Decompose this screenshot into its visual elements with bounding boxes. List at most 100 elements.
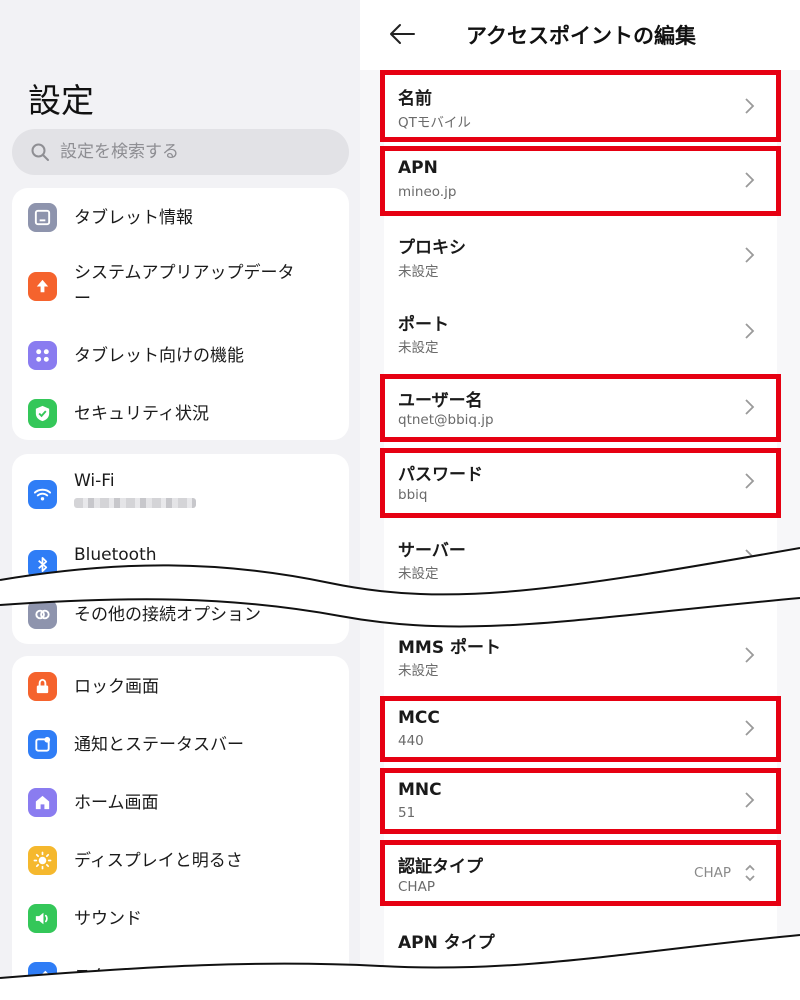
chevron-right-icon: [743, 940, 755, 958]
apn-row-value: qtnet@bbiq.jp: [398, 412, 494, 428]
apn-row-auth-type[interactable]: 認証タイプ CHAP CHAP: [384, 842, 777, 906]
settings-group-connections: Wi-Fi Bluetooth オフ その他の接続オプション: [12, 454, 349, 644]
wifi-network-name-blurred: [74, 498, 196, 508]
settings-item-bluetooth[interactable]: Bluetooth オフ: [12, 544, 349, 588]
arrow-up-icon: [28, 272, 57, 301]
settings-item-label: タブレット情報: [74, 208, 193, 228]
apn-row-port[interactable]: ポート 未設定: [384, 298, 777, 370]
apn-row-value: 未設定: [398, 264, 439, 280]
apn-row-mcc[interactable]: MCC 440: [384, 698, 777, 760]
settings-item-stylus-keyboard[interactable]: スタイラスとキーボード: [12, 962, 349, 992]
apn-row-apn[interactable]: APN mineo.jp: [384, 146, 777, 216]
settings-item-label: サウンド: [74, 909, 142, 929]
chevron-right-icon: [743, 246, 755, 264]
settings-item-label: タブレット向けの機能: [74, 346, 244, 366]
chevron-right-icon: [743, 97, 755, 115]
settings-item-status: オフ: [74, 572, 101, 587]
apn-row-username[interactable]: ユーザー名 qtnet@bbiq.jp: [384, 376, 777, 440]
settings-item-label: セキュリティ状況: [74, 404, 209, 424]
settings-item-display-brightness[interactable]: ディスプレイと明るさ: [12, 846, 349, 876]
page-title: アクセスポイントの編集: [466, 24, 696, 48]
apn-row-proxy[interactable]: プロキシ 未設定: [384, 222, 777, 294]
back-arrow-icon[interactable]: [388, 22, 416, 46]
speaker-icon: [28, 904, 57, 933]
settings-item-label-wrap: ー: [74, 289, 91, 309]
apn-row-value: 51: [398, 805, 416, 821]
page-title: 設定: [28, 81, 94, 120]
apn-row-title: APN タイプ: [398, 933, 495, 953]
apn-row-name[interactable]: 名前 QTモバイル: [384, 72, 777, 144]
settings-item-system-app-updater[interactable]: システムアプリアップデータ ー: [12, 258, 349, 318]
settings-item-label: スタイラスとキーボード: [74, 967, 261, 987]
apn-row-title: APN: [398, 158, 438, 178]
settings-item-lock-screen[interactable]: ロック画面: [12, 672, 349, 702]
notification-icon: [28, 730, 57, 759]
apn-row-title: ユーザー名: [398, 391, 483, 411]
apn-row-title: MMS ポート: [398, 638, 501, 658]
shield-check-icon: [28, 399, 57, 428]
chevron-right-icon: [743, 548, 755, 566]
chevron-right-icon: [743, 791, 755, 809]
updown-chevron-icon[interactable]: [743, 862, 757, 884]
apn-row-value: CHAP: [398, 879, 435, 895]
apn-row-value: mineo.jp: [398, 184, 457, 200]
apn-row-value: 未設定: [398, 340, 439, 356]
settings-item-label: 通知とステータスバー: [74, 735, 244, 755]
settings-pane: 設定 タブレット情報 システムアプリアップデータ ー タブレット向けの機能: [0, 0, 360, 1000]
settings-item-label: ロック画面: [74, 677, 159, 697]
settings-item-label: Bluetooth: [74, 545, 157, 565]
settings-item-label: ディスプレイと明るさ: [74, 851, 243, 871]
header: アクセスポイントの編集: [360, 0, 800, 70]
apn-row-title: 認証タイプ: [398, 857, 483, 877]
settings-group-device: タブレット情報 システムアプリアップデータ ー タブレット向けの機能 セキュリテ…: [12, 188, 349, 440]
settings-item-label: Wi-Fi: [74, 471, 115, 491]
sun-icon: [28, 846, 57, 875]
apn-row-apn-type[interactable]: APN タイプ: [384, 920, 777, 980]
chevron-right-icon: [743, 171, 755, 189]
settings-item-tablet-info[interactable]: タブレット情報: [12, 203, 349, 233]
search-bar[interactable]: [12, 129, 349, 175]
settings-item-notifications[interactable]: 通知とステータスバー: [12, 730, 349, 760]
settings-item-label: ホーム画面: [74, 793, 159, 813]
apn-row-title: ポート: [398, 315, 449, 335]
chevron-right-icon: [743, 646, 755, 664]
lock-icon: [28, 672, 57, 701]
settings-item-sound[interactable]: サウンド: [12, 904, 349, 934]
apn-row-title: 名前: [398, 89, 432, 109]
settings-item-wifi[interactable]: Wi-Fi: [12, 471, 349, 516]
pen-icon: [28, 962, 57, 991]
auth-type-selected[interactable]: CHAP: [694, 865, 731, 881]
apn-row-mnc[interactable]: MNC 51: [384, 770, 777, 832]
apn-row-mms-port[interactable]: MMS ポート 未設定: [384, 624, 777, 688]
settings-item-tablet-features[interactable]: タブレット向けの機能: [12, 341, 349, 371]
search-icon: [31, 143, 49, 161]
settings-item-other-connections[interactable]: その他の接続オプション: [12, 600, 349, 630]
apn-row-password[interactable]: パスワード bbiq: [384, 450, 777, 516]
apn-row-title: MNC: [398, 780, 442, 800]
apn-row-value: 未設定: [398, 663, 439, 679]
chevron-right-icon: [743, 398, 755, 416]
chevron-right-icon: [743, 472, 755, 490]
wifi-icon: [28, 480, 57, 509]
link-icon: [28, 600, 57, 629]
apn-row-title: MCC: [398, 708, 440, 728]
apn-row-server[interactable]: サーバー 未設定: [384, 526, 777, 584]
search-input[interactable]: [60, 142, 310, 162]
apn-row-title: サーバー: [398, 541, 466, 561]
settings-item-label: システムアプリアップデータ: [74, 263, 295, 283]
apn-row-value: bbiq: [398, 487, 428, 503]
apn-row-value: QTモバイル: [398, 115, 471, 131]
home-icon: [28, 788, 57, 817]
apn-row-value: 未設定: [398, 566, 439, 582]
bluetooth-icon: [28, 550, 57, 579]
settings-item-label: その他の接続オプション: [74, 605, 261, 625]
settings-item-home-screen[interactable]: ホーム画面: [12, 788, 349, 818]
chevron-right-icon: [743, 322, 755, 340]
access-point-edit-pane: アクセスポイントの編集 名前 QTモバイル APN mineo.jp プロキシ …: [360, 0, 800, 1000]
apn-row-title: パスワード: [398, 465, 483, 485]
apn-row-title: プロキシ: [398, 238, 466, 258]
four-dots-icon: [28, 341, 57, 370]
apn-row-value: 440: [398, 733, 424, 749]
chevron-right-icon: [743, 719, 755, 737]
settings-item-security-status[interactable]: セキュリティ状況: [12, 399, 349, 429]
